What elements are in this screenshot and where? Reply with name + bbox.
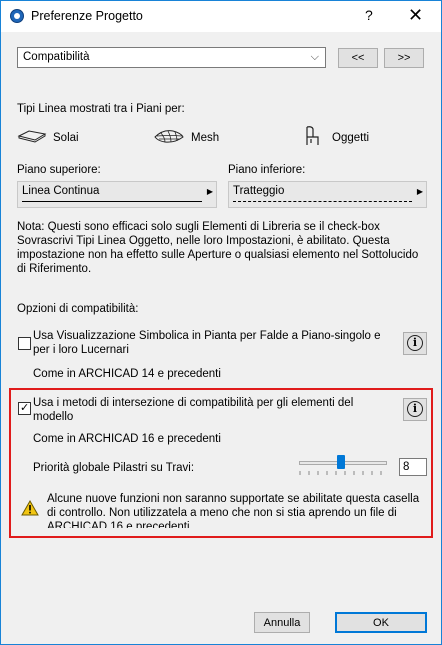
upper-floor-line-type[interactable]: Linea Continua ▶: [17, 181, 217, 208]
dashed-line-sample: [233, 201, 412, 202]
triangle-right-icon: ▶: [206, 187, 213, 196]
preferences-page-dropdown[interactable]: Compatibilità ⌵: [17, 47, 326, 68]
next-page-label: >>: [397, 52, 411, 64]
intersection-methods-label[interactable]: Usa i metodi di intersezione di compatib…: [33, 396, 393, 424]
window-title: Preferenze Progetto: [31, 9, 143, 23]
objects-option-label[interactable]: Oggetti: [332, 132, 369, 144]
lower-floor-value: Tratteggio: [233, 185, 285, 197]
help-button[interactable]: ?: [365, 7, 373, 23]
dialog-window: Preferenze Progetto ? ✕ Compatibilità ⌵ …: [0, 0, 442, 645]
ok-button[interactable]: OK: [335, 612, 427, 633]
note-text: Nota: Questi sono efficaci solo sugli El…: [17, 221, 419, 275]
archicad-app-icon: [10, 9, 24, 23]
cancel-button[interactable]: Annulla: [254, 612, 310, 633]
upper-floor-label: Piano superiore:: [17, 164, 101, 176]
solid-line-sample: [22, 201, 202, 202]
dropdown-value: Compatibilità: [23, 51, 90, 63]
info-icon: i: [407, 335, 423, 351]
chair-object-icon: [303, 125, 323, 147]
close-button[interactable]: ✕: [408, 5, 423, 26]
lower-floor-label: Piano inferiore:: [228, 164, 306, 176]
info-icon: i: [407, 401, 423, 417]
priority-value-field[interactable]: 8: [399, 458, 427, 476]
symbolic-display-label[interactable]: Usa Visualizzazione Simbolica in Pianta …: [33, 329, 393, 357]
compat-heading: Opzioni di compatibilità:: [17, 303, 139, 315]
next-page-button[interactable]: >>: [384, 48, 424, 68]
option2-version-note: Come in ARCHICAD 16 e precedenti: [33, 433, 221, 445]
mesh-option-label[interactable]: Mesh: [191, 132, 219, 144]
checkmark-icon: ✓: [20, 402, 30, 414]
intersection-methods-checkbox[interactable]: ✓: [18, 402, 31, 415]
title-bar: Preferenze Progetto ? ✕: [1, 1, 441, 32]
lower-floor-line-type[interactable]: Tratteggio ▶: [228, 181, 427, 208]
ok-label: OK: [373, 616, 389, 629]
previous-page-button[interactable]: <<: [338, 48, 378, 68]
line-types-heading: Tipi Linea mostrati tra i Piani per:: [17, 103, 185, 115]
priority-slider-ticks: [299, 471, 382, 475]
info-button-option1[interactable]: i: [403, 332, 427, 355]
symbolic-display-checkbox[interactable]: [18, 337, 31, 350]
info-button-option2[interactable]: i: [403, 398, 427, 421]
cancel-label: Annulla: [263, 616, 301, 629]
priority-label: Priorità globale Pilastri su Travi:: [33, 462, 195, 474]
chevron-down-icon: ⌵: [310, 51, 319, 63]
warning-text-clip: Alcune nuove funzioni non saranno suppor…: [47, 492, 425, 528]
warning-icon: [21, 499, 39, 516]
priority-slider-thumb[interactable]: [337, 455, 345, 469]
warning-text: Alcune nuove funzioni non saranno suppor…: [47, 493, 420, 528]
option1-version-note: Come in ARCHICAD 14 e precedenti: [33, 368, 221, 380]
previous-page-label: <<: [351, 52, 365, 64]
slab-icon: [17, 128, 47, 144]
slabs-option-label[interactable]: Solai: [53, 132, 79, 144]
triangle-right-icon: ▶: [416, 187, 423, 196]
mesh-icon: [153, 127, 185, 145]
upper-floor-value: Linea Continua: [22, 185, 100, 197]
